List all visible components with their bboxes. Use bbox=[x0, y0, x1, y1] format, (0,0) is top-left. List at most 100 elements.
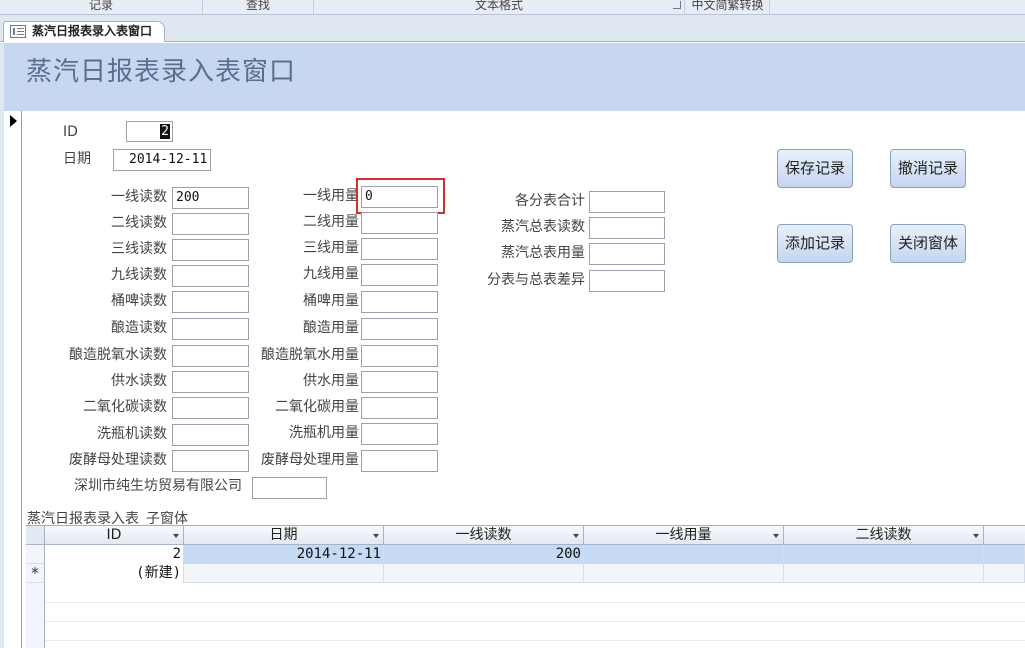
document-tab[interactable]: 蒸汽日报表录入表窗口 bbox=[3, 21, 165, 42]
cell-next[interactable] bbox=[984, 545, 1025, 564]
field-label: 酿造用量 bbox=[303, 320, 359, 336]
field-label: 桶啤读数 bbox=[111, 293, 167, 309]
field-label: 蒸汽总表用量 bbox=[501, 245, 585, 261]
field-label: 酿造脱氧水读数 bbox=[69, 347, 167, 363]
master-meter-reading-field[interactable] bbox=[589, 217, 665, 239]
column-header-label: 日期 bbox=[269, 527, 298, 543]
row-selector[interactable] bbox=[26, 545, 45, 564]
column-header-line1-reading[interactable]: 一线读数 bbox=[384, 526, 584, 545]
column-header-line2-reading[interactable]: 二线读数 bbox=[784, 526, 984, 545]
field-label: 二线读数 bbox=[111, 215, 167, 231]
undo-record-button[interactable]: 撤消记录 bbox=[890, 149, 966, 188]
ribbon-group-find: 查找 bbox=[203, 0, 314, 15]
waste-yeast-usage-field[interactable] bbox=[361, 450, 438, 472]
document-tab-label: 蒸汽日报表录入表窗口 bbox=[32, 24, 153, 38]
bottle-washer-usage-field[interactable] bbox=[361, 423, 438, 445]
field-label: 一线读数 bbox=[111, 189, 167, 205]
column-dropdown-icon[interactable] bbox=[373, 534, 379, 538]
company-field[interactable] bbox=[252, 477, 327, 499]
brewing-usage-field[interactable] bbox=[361, 318, 438, 340]
close-form-button[interactable]: 关闭窗体 bbox=[890, 224, 966, 263]
id-field[interactable]: 2 bbox=[126, 121, 173, 142]
cell-line2-reading[interactable] bbox=[784, 545, 984, 564]
field-label: 九线读数 bbox=[111, 267, 167, 283]
field-label: 九线用量 bbox=[303, 266, 359, 282]
column-dropdown-icon[interactable] bbox=[173, 534, 179, 538]
column-header-label: 一线读数 bbox=[455, 527, 512, 543]
id-label: ID bbox=[63, 124, 78, 140]
form-icon bbox=[10, 25, 26, 38]
cell-id[interactable]: 2 bbox=[45, 545, 184, 564]
document-tab-bar: 蒸汽日报表录入表窗口 bbox=[0, 15, 1025, 42]
column-header-next[interactable]: 二 bbox=[984, 526, 1025, 545]
ribbon-group-text-format: 文本格式 bbox=[314, 0, 685, 15]
field-label: 废酵母处理用量 bbox=[261, 452, 359, 468]
line3-usage-field[interactable] bbox=[361, 238, 438, 260]
column-header-line1-usage[interactable]: 一线用量 bbox=[584, 526, 784, 545]
column-header-label: ID bbox=[106, 527, 122, 543]
cell-id[interactable]: (新建) bbox=[45, 564, 184, 583]
field-label: 酿造脱氧水用量 bbox=[261, 347, 359, 363]
field-label: 二氧化碳用量 bbox=[275, 399, 359, 415]
cell-date[interactable] bbox=[184, 564, 384, 583]
grid-line bbox=[45, 640, 1025, 641]
meter-difference-field[interactable] bbox=[589, 270, 665, 292]
cell-next[interactable] bbox=[984, 564, 1025, 583]
ribbon-group-labels: 记录 查找 文本格式 中文简繁转换 bbox=[0, 0, 1025, 15]
master-meter-usage-field[interactable] bbox=[589, 243, 665, 265]
form-header: 蒸汽日报表录入表窗口 bbox=[4, 43, 1025, 111]
field-label: 一线用量 bbox=[303, 188, 359, 204]
cell-line1-reading[interactable] bbox=[384, 564, 584, 583]
field-label: 桶啤用量 bbox=[303, 293, 359, 309]
add-record-button[interactable]: 添加记录 bbox=[777, 224, 853, 263]
field-label: 供水读数 bbox=[111, 373, 167, 389]
deoxygenated-water-usage-field[interactable] bbox=[361, 345, 438, 367]
id-value: 2 bbox=[160, 124, 170, 139]
field-label: 蒸汽总表读数 bbox=[501, 219, 585, 235]
row-selector-column bbox=[26, 583, 45, 648]
select-all-corner[interactable] bbox=[26, 526, 45, 545]
column-header-date[interactable]: 日期 bbox=[184, 526, 384, 545]
line9-usage-field[interactable] bbox=[361, 264, 438, 286]
ribbon-group-records: 记录 bbox=[0, 0, 203, 15]
field-label: 酿造读数 bbox=[111, 320, 167, 336]
field-label: 各分表合计 bbox=[515, 193, 585, 209]
co2-usage-field[interactable] bbox=[361, 397, 438, 419]
field-label: 分表与总表差异 bbox=[487, 272, 585, 288]
current-record-arrow-icon bbox=[10, 115, 17, 127]
field-label: 供水用量 bbox=[303, 373, 359, 389]
cell-date[interactable]: 2014-12-11 bbox=[184, 545, 384, 564]
date-label: 日期 bbox=[63, 151, 91, 167]
water-supply-usage-field[interactable] bbox=[361, 371, 438, 393]
save-record-button[interactable]: 保存记录 bbox=[777, 149, 853, 188]
cell-line1-usage[interactable] bbox=[584, 545, 784, 564]
column-header-label: 一线用量 bbox=[655, 527, 712, 543]
column-dropdown-icon[interactable] bbox=[573, 534, 579, 538]
field-label: 三线用量 bbox=[303, 240, 359, 256]
table-row[interactable]: (新建) bbox=[45, 564, 1025, 583]
table-row[interactable]: 2 2014-12-11 200 bbox=[45, 545, 1025, 564]
field-label: 废酵母处理读数 bbox=[69, 452, 167, 468]
sub-meter-total-field[interactable] bbox=[589, 191, 665, 213]
cell-line1-reading[interactable]: 200 bbox=[384, 545, 584, 564]
column-header-id[interactable]: ID bbox=[45, 526, 184, 545]
ribbon-group-chinese-conversion: 中文简繁转换 bbox=[686, 0, 770, 15]
dialog-launcher-icon[interactable] bbox=[673, 1, 681, 9]
field-label: 二氧化碳读数 bbox=[83, 399, 167, 415]
column-dropdown-icon[interactable] bbox=[973, 534, 979, 538]
field-label: 二线用量 bbox=[303, 214, 359, 230]
keg-usage-field[interactable] bbox=[361, 291, 438, 313]
highlight-box bbox=[356, 178, 445, 214]
cell-line2-reading[interactable] bbox=[784, 564, 984, 583]
subform-datasheet[interactable]: ID 日期 一线读数 一线用量 二线读数 二 2 2014-12-11 200 … bbox=[26, 525, 1025, 648]
field-label: 三线读数 bbox=[111, 241, 167, 257]
column-header-label: 二线读数 bbox=[855, 527, 912, 543]
line2-usage-field[interactable] bbox=[361, 212, 438, 234]
new-row-selector[interactable]: * bbox=[26, 564, 45, 583]
grid-line bbox=[45, 621, 1025, 622]
column-dropdown-icon[interactable] bbox=[773, 534, 779, 538]
field-label: 洗瓶机用量 bbox=[289, 425, 359, 441]
cell-line1-usage[interactable] bbox=[584, 564, 784, 583]
field-label: 洗瓶机读数 bbox=[97, 426, 167, 442]
date-field[interactable]: 2014-12-11 bbox=[113, 149, 211, 171]
